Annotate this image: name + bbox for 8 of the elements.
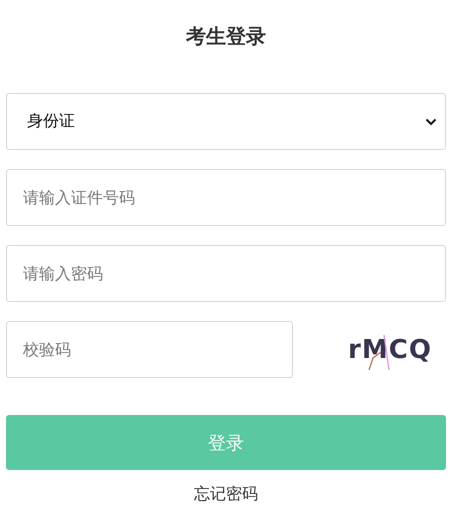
chevron-down-icon [425,118,437,126]
captcha-image[interactable]: rMCQ [347,330,433,370]
captcha-field[interactable]: 校验码 [6,321,293,378]
id-number-field[interactable]: 请输入证件号码 [6,169,446,226]
login-title: 考生登录 [186,23,266,50]
password-field[interactable]: 请输入密码 [6,245,446,302]
forgot-password-link[interactable]: 忘记密码 [194,484,258,505]
id-type-select[interactable]: 身份证 [6,93,446,150]
